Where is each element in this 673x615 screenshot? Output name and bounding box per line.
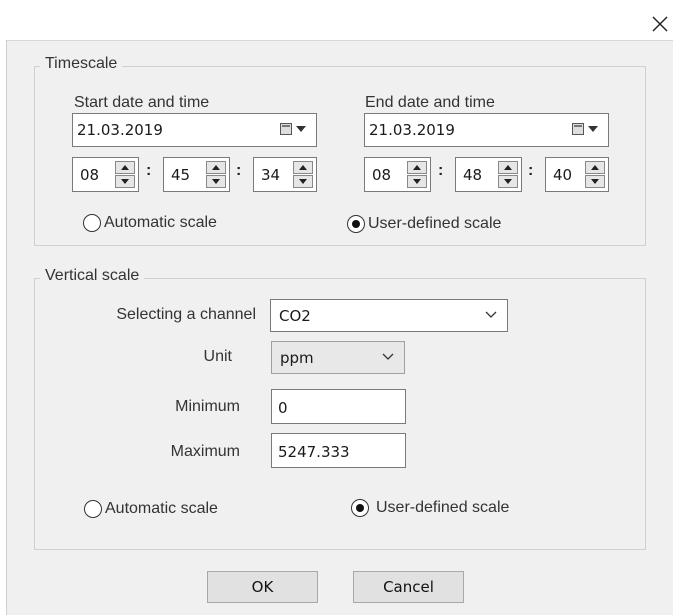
end-calendar-dropdown[interactable] bbox=[572, 121, 602, 139]
title-bar bbox=[0, 0, 673, 41]
maximum-input[interactable]: 5247.333 bbox=[271, 433, 406, 468]
end-second-value: 40 bbox=[553, 166, 573, 184]
start-minute-value: 45 bbox=[171, 166, 191, 184]
window-frame bbox=[0, 0, 7, 615]
spin-down-icon[interactable] bbox=[115, 175, 135, 188]
chevron-down-icon bbox=[485, 311, 497, 318]
start-second-spinner[interactable]: 34 bbox=[253, 157, 317, 192]
spin-down-icon[interactable] bbox=[293, 175, 313, 188]
start-calendar-dropdown[interactable] bbox=[280, 121, 310, 139]
minimum-value: 0 bbox=[278, 399, 288, 417]
end-hour-value: 08 bbox=[372, 166, 392, 184]
end-minute-value: 48 bbox=[463, 166, 483, 184]
end-date-picker[interactable]: 21.03.2019 bbox=[364, 113, 609, 147]
spin-down-icon[interactable] bbox=[498, 175, 518, 188]
end-second-spinner[interactable]: 40 bbox=[545, 157, 609, 192]
radio-unchecked-icon bbox=[83, 214, 101, 232]
radio-label: User-defined scale bbox=[368, 215, 502, 232]
spin-down-icon[interactable] bbox=[206, 175, 226, 188]
maximum-value: 5247.333 bbox=[278, 443, 350, 461]
start-date-value: 21.03.2019 bbox=[77, 121, 163, 139]
end-date-label: End date and time bbox=[365, 94, 495, 111]
time-separator: : bbox=[236, 162, 242, 179]
start-hour-value: 08 bbox=[80, 166, 100, 184]
cancel-button[interactable]: Cancel bbox=[353, 571, 464, 603]
start-second-value: 34 bbox=[261, 166, 281, 184]
maximum-label: Maximum bbox=[170, 443, 240, 460]
spin-up-icon[interactable] bbox=[206, 161, 226, 174]
start-date-picker[interactable]: 21.03.2019 bbox=[72, 113, 317, 147]
vertical-scale-legend: Vertical scale bbox=[40, 267, 145, 285]
timescale-legend: Timescale bbox=[40, 55, 123, 73]
channel-value: CO2 bbox=[279, 307, 311, 325]
triangle-down-icon bbox=[588, 126, 598, 132]
end-date-value: 21.03.2019 bbox=[369, 121, 455, 139]
unit-value: ppm bbox=[280, 349, 314, 367]
end-hour-spinner[interactable]: 08 bbox=[364, 157, 431, 192]
calendar-icon bbox=[572, 123, 584, 135]
spin-up-icon[interactable] bbox=[115, 161, 135, 174]
radio-unchecked-icon bbox=[84, 500, 102, 518]
minimum-label: Minimum bbox=[175, 398, 240, 415]
radio-label: Automatic scale bbox=[105, 500, 218, 517]
radio-label: Automatic scale bbox=[104, 214, 217, 231]
radio-label: User-defined scale bbox=[376, 499, 510, 516]
spin-up-icon[interactable] bbox=[293, 161, 313, 174]
channel-select[interactable]: CO2 bbox=[270, 299, 508, 332]
spin-down-icon[interactable] bbox=[407, 175, 427, 188]
spin-up-icon[interactable] bbox=[407, 161, 427, 174]
close-button[interactable] bbox=[639, 8, 673, 38]
spin-up-icon[interactable] bbox=[498, 161, 518, 174]
start-date-label: Start date and time bbox=[74, 94, 210, 111]
minimum-input[interactable]: 0 bbox=[271, 389, 406, 424]
start-minute-spinner[interactable]: 45 bbox=[163, 157, 230, 192]
channel-label: Selecting a channel bbox=[116, 306, 256, 323]
radio-checked-icon bbox=[351, 499, 369, 517]
title-bar-divider bbox=[7, 40, 673, 41]
time-separator: : bbox=[438, 162, 444, 179]
chevron-down-icon bbox=[382, 353, 394, 360]
radio-checked-icon bbox=[347, 215, 365, 233]
unit-select[interactable]: ppm bbox=[271, 341, 405, 374]
end-minute-spinner[interactable]: 48 bbox=[455, 157, 522, 192]
start-hour-spinner[interactable]: 08 bbox=[72, 157, 139, 192]
unit-label: Unit bbox=[203, 348, 232, 365]
time-separator: : bbox=[146, 162, 152, 179]
ok-button[interactable]: OK bbox=[207, 571, 318, 603]
spin-up-icon[interactable] bbox=[585, 161, 605, 174]
spin-down-icon[interactable] bbox=[585, 175, 605, 188]
close-icon bbox=[652, 16, 668, 32]
time-separator: : bbox=[528, 162, 534, 179]
triangle-down-icon bbox=[296, 126, 306, 132]
calendar-icon bbox=[280, 123, 292, 135]
